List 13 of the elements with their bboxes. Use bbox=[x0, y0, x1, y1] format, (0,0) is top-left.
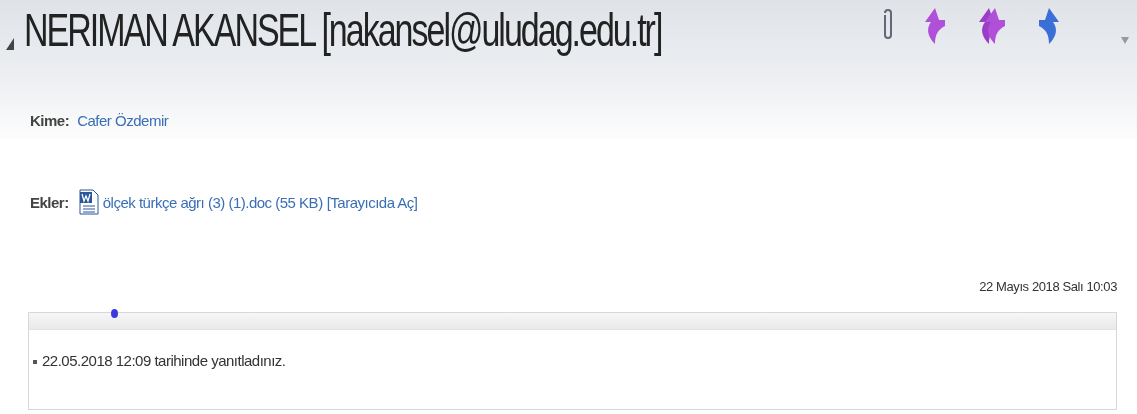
recipients-label: Kime: bbox=[30, 112, 70, 129]
open-in-browser-link[interactable]: [Tarayıcıda Aç] bbox=[326, 193, 418, 211]
collapse-icon[interactable] bbox=[6, 38, 14, 50]
dropdown-icon[interactable] bbox=[1121, 36, 1129, 44]
recipient-link[interactable]: Cafer Özdemir bbox=[77, 112, 169, 129]
reply-note: 22.05.2018 12:09 tarihinde yanıtladınız. bbox=[42, 352, 286, 369]
attachment-link[interactable]: ölçek türkçe ağrı (3) (1).doc (55 KB) bbox=[102, 193, 323, 211]
attachments-label: Ekler: bbox=[30, 193, 69, 211]
date-text: 22 Mayıs 2018 Salı 10:03 bbox=[979, 279, 1117, 294]
word-document-icon bbox=[78, 189, 99, 215]
sender-title: NERIMAN AKANSEL [nakansel@uludag.edu.tr] bbox=[24, 3, 662, 57]
bullet-icon bbox=[33, 360, 37, 365]
marker-dot bbox=[111, 309, 118, 318]
